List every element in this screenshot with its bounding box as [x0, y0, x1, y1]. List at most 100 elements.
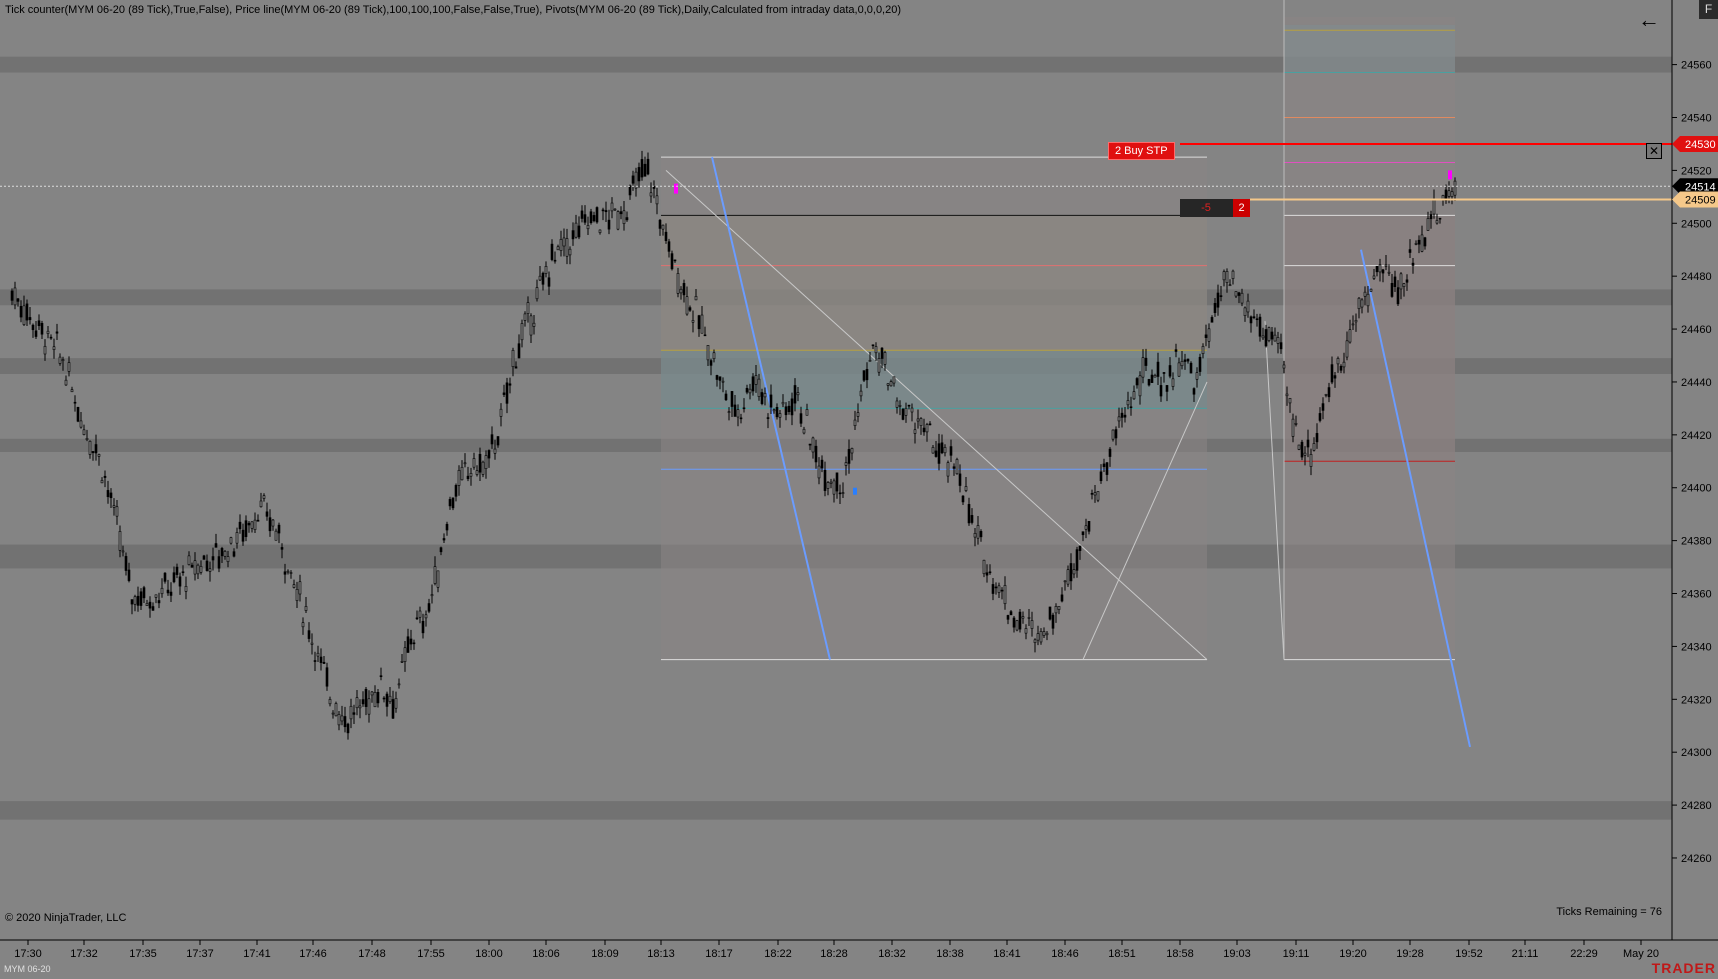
candle [997, 585, 1001, 593]
candle [79, 420, 83, 428]
candle [1300, 441, 1304, 458]
position-pnl-box[interactable]: -5 2 [1180, 199, 1250, 217]
close-order-icon[interactable]: ✕ [1646, 143, 1662, 159]
candle [652, 186, 656, 189]
candle [838, 492, 842, 495]
candle [235, 532, 239, 544]
order-tag[interactable]: 2 Buy STP [1108, 142, 1175, 160]
candle [19, 305, 23, 318]
price-chart[interactable]: 24260 24280 24300 24320 24340 24360 24380 24400… [0, 0, 1718, 979]
candle [1330, 364, 1334, 383]
time-tick-label: 19:03 [1223, 948, 1251, 960]
candle [88, 440, 92, 455]
candle [418, 610, 422, 618]
price-tick-label: 24540 [1681, 112, 1712, 124]
candle [751, 376, 755, 392]
candle [883, 352, 887, 365]
candle [424, 614, 428, 619]
candle [937, 443, 941, 464]
candle [526, 302, 530, 314]
candle [202, 555, 206, 560]
trade-marker [1448, 170, 1452, 180]
candle [415, 617, 419, 620]
candle [91, 451, 95, 454]
candle [1009, 611, 1013, 616]
candle [1228, 284, 1232, 287]
candle [1447, 190, 1451, 197]
candle [13, 287, 17, 306]
candle [1315, 433, 1319, 443]
candle [898, 405, 902, 407]
candle [1042, 631, 1046, 636]
candle [553, 259, 557, 262]
candle [1075, 549, 1079, 571]
candle [196, 564, 200, 575]
candle [1399, 273, 1403, 290]
candle [748, 388, 752, 394]
time-tick-label: 17:46 [299, 948, 327, 960]
candle [1423, 237, 1427, 247]
chart-panel[interactable]: 24260 24280 24300 24320 24340 24360 24380 24400… [0, 0, 1718, 979]
candle [121, 550, 125, 553]
candle [1288, 397, 1292, 404]
candle [1000, 589, 1004, 592]
candle [130, 599, 134, 605]
candle [1081, 531, 1085, 536]
candle [637, 167, 641, 182]
trade-marker [853, 487, 857, 495]
order-price-tag-label: 24530 [1685, 139, 1716, 151]
candle [622, 210, 626, 224]
time-tick-label: 18:09 [591, 948, 619, 960]
candle [586, 225, 590, 230]
fib-band-right-low [1284, 215, 1455, 462]
candle [394, 698, 398, 709]
candle [49, 336, 53, 339]
candle [724, 393, 728, 401]
candle [1066, 569, 1070, 585]
candle [952, 466, 956, 469]
candle [1264, 329, 1268, 347]
candle [1138, 375, 1142, 397]
candle [646, 158, 650, 175]
candle [1129, 406, 1133, 409]
price-tick-label: 24360 [1681, 589, 1712, 601]
candle [1249, 316, 1253, 324]
candle [874, 346, 878, 354]
candle [667, 241, 671, 252]
back-arrow-icon[interactable]: ← [1636, 8, 1662, 34]
candle [976, 525, 980, 539]
price-tick-label: 24340 [1681, 641, 1712, 653]
candle [1003, 585, 1007, 605]
candle [40, 322, 44, 335]
candle [205, 560, 209, 571]
candle [1429, 214, 1433, 220]
candle [1195, 372, 1199, 380]
candle [694, 296, 698, 301]
candle [982, 559, 986, 575]
candle [112, 505, 116, 508]
candle [847, 449, 851, 464]
candle [349, 705, 353, 720]
candle [505, 382, 509, 404]
candle [823, 469, 827, 491]
candle [865, 368, 869, 381]
candle [1387, 271, 1391, 274]
candle [1048, 606, 1052, 620]
candle [454, 485, 458, 497]
candle [25, 303, 29, 321]
candle [679, 288, 683, 294]
candle [136, 595, 140, 606]
candle [631, 175, 635, 184]
f-button[interactable]: F [1699, 0, 1718, 19]
candle [901, 408, 905, 420]
candle [784, 406, 788, 416]
candle [1189, 362, 1193, 374]
time-tick-label: 17:30 [14, 948, 42, 960]
candle [1357, 297, 1361, 310]
candle [514, 366, 518, 369]
candle [319, 656, 323, 663]
candle [76, 406, 80, 422]
candle [775, 407, 779, 418]
last-price-tag-label: 24514 [1685, 181, 1716, 193]
candle [436, 570, 440, 588]
